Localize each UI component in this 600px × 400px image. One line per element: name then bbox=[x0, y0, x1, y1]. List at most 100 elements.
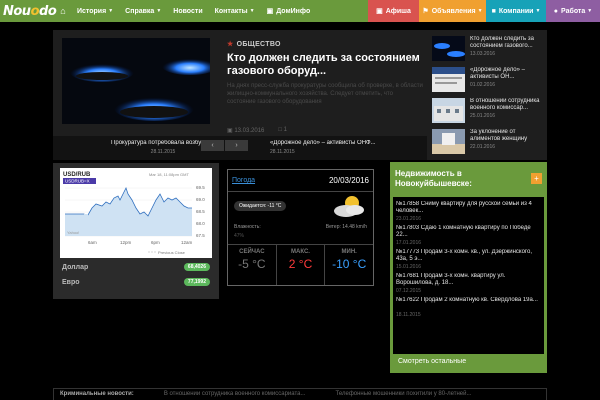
crime-news-bar: Криминальные новости: В отношении сотруд… bbox=[53, 388, 547, 400]
temp-label: МАКС. bbox=[291, 249, 310, 255]
slider-thumbnails: Кто должен следить за состоянием газовог… bbox=[432, 36, 544, 160]
list-item[interactable]: №17622 Продам 2 комнатную кв. Свердлова … bbox=[396, 297, 541, 318]
temp-value: -5 °C bbox=[238, 257, 266, 271]
chevron-down-icon: ▼ bbox=[535, 8, 541, 14]
weather-widget: Погода 20/03/2016 Ожидается: -11 °C Влаж… bbox=[227, 169, 374, 286]
weather-header: Погода 20/03/2016 bbox=[228, 170, 373, 192]
listing-date: 17.01.2016 bbox=[396, 240, 422, 246]
next-arrow-icon[interactable]: › bbox=[225, 140, 248, 151]
crime-news-item[interactable]: В отношении сотрудника военного комиссар… bbox=[164, 391, 306, 398]
chevron-down-icon: ▼ bbox=[249, 8, 255, 14]
wind-speed: Ветер: 14.48 km/h bbox=[325, 224, 367, 230]
chevron-down-icon: ▼ bbox=[587, 8, 593, 14]
category-label: Работа bbox=[561, 7, 586, 15]
weather-details: Влажность: Ветер: 14.48 km/h 47% bbox=[228, 220, 373, 244]
nav-label: Контакты bbox=[214, 7, 248, 15]
hero-image[interactable] bbox=[62, 38, 210, 124]
rate-value: 77,1992 bbox=[183, 278, 210, 286]
cloud-sun-icon bbox=[334, 196, 364, 217]
hero-article: ★ ОБЩЕСТВО Кто должен следить за состояни… bbox=[227, 40, 423, 106]
add-icon[interactable]: + bbox=[531, 173, 542, 184]
list-item[interactable]: №17858 Сниму квартиру для русской семьи … bbox=[396, 201, 541, 222]
home-icon[interactable]: ⌂ bbox=[55, 0, 71, 22]
x-tick: 6pm bbox=[151, 240, 160, 245]
list-item[interactable]: №17773 Продам 3-х комн. кв., ул. Дзержин… bbox=[396, 249, 541, 270]
temperature-cells: СЕЙЧАС -5 °C МАКС. 2 °C МИН. -10 °C bbox=[228, 244, 373, 285]
thumb-date: 01.02.2016 bbox=[470, 82, 496, 88]
listing-date: 07.12.2015 bbox=[396, 288, 422, 294]
temp-now: СЕЙЧАС -5 °C bbox=[228, 245, 277, 285]
listing-title: №17773 Продам 3-х комн. кв., ул. Дзержин… bbox=[396, 249, 532, 262]
list-item[interactable]: №17681 Продам 3-х комн. квартиру ул. Вор… bbox=[396, 273, 541, 294]
weather-forecast: Ожидается: -11 °C bbox=[228, 192, 373, 220]
pin-icon: ⚑ bbox=[422, 8, 429, 15]
chevron-down-icon: ▼ bbox=[477, 8, 483, 14]
thumb-item[interactable]: «Дорожное дело» – активисты ОН... 01.02.2… bbox=[432, 67, 544, 96]
logo-text: Nou bbox=[3, 3, 31, 19]
list-item[interactable]: №17803 Сдаю 1 комнатную квартиру по Побе… bbox=[396, 225, 541, 246]
thumb-item[interactable]: В отношении сотрудника военного комиссар… bbox=[432, 98, 544, 127]
caption-title: «Дорожное дело» – активисты ОНФ... bbox=[270, 140, 376, 146]
currency-chart[interactable]: USD/RUB Mar 18, 11:08pm GMT USDRUB=X 69.… bbox=[60, 168, 212, 258]
chevron-down-icon: ▼ bbox=[156, 8, 162, 14]
crime-news-item[interactable]: Телефонные мошенники похитили у 80-летне… bbox=[336, 391, 472, 398]
star-icon: ★ bbox=[227, 41, 234, 48]
nav-label: Новости bbox=[173, 7, 203, 15]
date-text: 13.03.2016 bbox=[234, 128, 265, 134]
hero-comments[interactable]: □ 1 bbox=[278, 127, 287, 134]
thumb-item[interactable]: Кто должен следить за состоянием газовог… bbox=[432, 36, 544, 65]
nav-label: История bbox=[77, 7, 107, 15]
nav-item-contacts[interactable]: Контакты ▼ bbox=[209, 0, 261, 22]
nav-item-dominfo[interactable]: ▣ ДомИнфо bbox=[261, 0, 317, 22]
nav-item-news[interactable]: Новости bbox=[167, 0, 208, 22]
realty-list: №17858 Сниму квартиру для русской семьи … bbox=[393, 197, 544, 354]
nav-label: Справка bbox=[125, 7, 155, 15]
temp-max: МАКС. 2 °C bbox=[277, 245, 326, 285]
hero-excerpt: На днях пресс-служба прокуратуры сообщил… bbox=[227, 83, 423, 105]
y-tick: 68.5 bbox=[196, 209, 205, 214]
x-tick: 12pm bbox=[120, 240, 132, 245]
rate-row-usd: Доллар 68,4026 bbox=[62, 263, 210, 271]
y-tick: 69.5 bbox=[196, 185, 205, 190]
nav-category-companies[interactable]: ■ Компании ▼ bbox=[486, 0, 546, 22]
thumb-date: 25.01.2016 bbox=[470, 113, 496, 119]
category-label: Компании bbox=[498, 7, 534, 15]
weather-link[interactable]: Погода bbox=[232, 177, 255, 184]
category-label: Объявления bbox=[431, 7, 476, 15]
top-navbar: Nou o do ⌂ История ▼ Справка ▼ Новости Конта… bbox=[0, 0, 600, 22]
dominfo-icon: ▣ bbox=[266, 8, 274, 15]
site-logo[interactable]: Nou o do bbox=[0, 0, 57, 22]
person-icon: ● bbox=[553, 7, 559, 15]
chevron-down-icon: ▼ bbox=[108, 8, 114, 14]
nav-category-afisha[interactable]: ▣ Афиша bbox=[368, 0, 419, 22]
category-text: ОБЩЕСТВО bbox=[236, 41, 281, 48]
see-more-link[interactable]: Смотреть остальные bbox=[398, 358, 466, 365]
fx-ticker: USDRUB=X bbox=[65, 179, 90, 184]
nav-item-history[interactable]: История ▼ bbox=[71, 0, 119, 22]
y-tick: 67.5 bbox=[196, 233, 205, 238]
logo-accent: o bbox=[30, 3, 40, 19]
weather-date: 20/03/2016 bbox=[328, 176, 369, 185]
rate-value: 68,4026 bbox=[183, 263, 210, 271]
thumb-item[interactable]: За уклонение от алиментов женщину осудил… bbox=[432, 129, 544, 158]
realty-widget: Недвижимость в Новокуйбышевске: + №17858… bbox=[390, 162, 547, 373]
prev-arrow-icon[interactable]: ‹ bbox=[201, 140, 224, 151]
fx-pair: USD/RUB bbox=[63, 172, 91, 178]
comment-count: 1 bbox=[283, 127, 288, 133]
slider-arrows: ‹ › bbox=[201, 140, 249, 151]
thumb-date: 13.03.2016 bbox=[470, 51, 496, 57]
humidity-label: Влажность: bbox=[234, 224, 261, 230]
hero-date: ▣ 13.03.2016 bbox=[227, 127, 264, 134]
nav-label: ДомИнфо bbox=[276, 7, 311, 15]
nav-item-reference[interactable]: Справка ▼ bbox=[119, 0, 167, 22]
temp-value: 2 °C bbox=[288, 257, 313, 271]
hero-title[interactable]: Кто должен следить за состоянием газовог… bbox=[227, 52, 423, 78]
listing-date: 23.01.2016 bbox=[396, 216, 422, 222]
nav-category-ads[interactable]: ⚑ Объявления ▼ bbox=[419, 0, 486, 22]
realty-heading: Недвижимость в Новокуйбышевске: bbox=[395, 169, 472, 188]
hero-category[interactable]: ★ ОБЩЕСТВО bbox=[227, 40, 423, 48]
caption-item[interactable]: «Дорожное дело» – активисты ОНФ... 28.11.… bbox=[270, 140, 420, 155]
y-tick: 68.0 bbox=[196, 221, 205, 226]
nav-category-jobs[interactable]: ● Работа ▼ bbox=[546, 0, 600, 22]
